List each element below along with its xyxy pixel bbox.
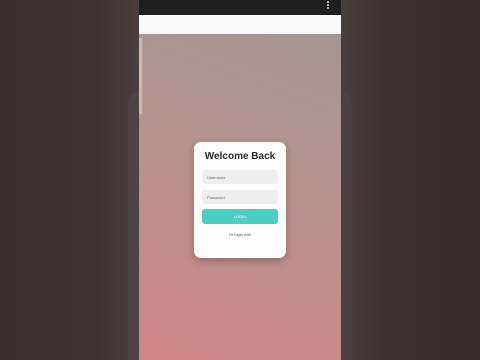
login-button[interactable]: LOGIN xyxy=(202,209,278,224)
background-right xyxy=(340,0,480,360)
password-input[interactable] xyxy=(202,190,278,204)
status-bar xyxy=(139,0,341,15)
screen-edge-highlight xyxy=(139,38,142,114)
more-vert-icon[interactable] xyxy=(325,0,331,15)
social-login-text: Or login with xyxy=(228,232,252,237)
username-input[interactable] xyxy=(202,170,278,184)
background-left xyxy=(0,0,140,360)
phone-screen: Welcome Back LOGIN Or login with xyxy=(139,0,341,360)
app-bar xyxy=(139,15,341,34)
login-screen-background: Welcome Back LOGIN Or login with xyxy=(139,34,341,360)
login-card: Welcome Back LOGIN Or login with xyxy=(194,142,286,258)
login-title: Welcome Back xyxy=(204,151,276,162)
